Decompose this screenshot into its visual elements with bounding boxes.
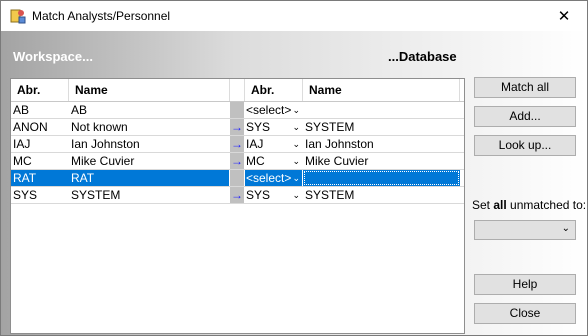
chevron-down-icon: ⌄: [561, 223, 570, 234]
close-icon: ✕: [557, 8, 571, 25]
column-header-db-abr[interactable]: Abr.: [245, 79, 303, 101]
db-abr-value: IAJ: [246, 137, 264, 151]
cell-name: AB: [71, 103, 88, 117]
window-title: Match Analysts/Personnel: [32, 9, 171, 23]
db-abr-value: <select>: [246, 171, 292, 185]
cell-abr: ANON: [13, 120, 48, 134]
right-arrow-icon: [230, 170, 244, 186]
db-abr-value: <select>: [246, 103, 292, 117]
table-row[interactable]: MC Mike Cuvier → MC ⌄ Mike Cuvier: [11, 153, 464, 169]
app-icon: [10, 8, 26, 24]
table-row[interactable]: SYS SYSTEM → SYS ⌄ SYSTEM: [11, 187, 464, 203]
db-abr-dropdown[interactable]: MC ⌄: [245, 153, 302, 169]
right-arrow-icon: [230, 102, 244, 118]
database-header: ...Database: [388, 49, 457, 64]
close-button[interactable]: Close: [474, 303, 576, 324]
db-abr-dropdown[interactable]: <select> ⌄: [245, 170, 302, 186]
column-header-db-name[interactable]: Name: [303, 79, 460, 101]
db-abr-value: MC: [246, 154, 265, 168]
cell-name: Mike Cuvier: [71, 154, 135, 168]
cell-db-name: SYSTEM: [305, 188, 355, 202]
match-analysts-dialog: Match Analysts/Personnel ✕ Workspace... …: [0, 0, 588, 336]
set-unmatched-label: Set all unmatched to:: [472, 198, 586, 212]
right-arrow-icon: →: [230, 187, 244, 203]
chevron-down-icon: ⌄: [292, 173, 300, 183]
cell-db-name: SYSTEM: [305, 120, 355, 134]
table-row-selected[interactable]: RAT RAT <select> ⌄: [11, 170, 464, 186]
chevron-down-icon: ⌄: [292, 139, 300, 149]
column-header-name[interactable]: Name: [69, 79, 230, 101]
match-all-button[interactable]: Match all: [474, 77, 576, 98]
cell-abr: IAJ: [13, 137, 31, 151]
row-divider: [11, 203, 464, 204]
set-unmatched-bold: all: [493, 198, 507, 212]
close-window-button[interactable]: ✕: [541, 1, 587, 31]
chevron-down-icon: ⌄: [292, 122, 300, 132]
cell-abr: AB: [13, 103, 30, 117]
cell-name: RAT: [69, 170, 229, 186]
table-row[interactable]: IAJ Ian Johnston → IAJ ⌄ Ian Johnston: [11, 136, 464, 152]
grid-header: Abr. Name Abr. Name: [11, 79, 464, 102]
column-header-abr[interactable]: Abr.: [11, 79, 69, 101]
db-abr-dropdown[interactable]: <select> ⌄: [245, 102, 302, 118]
cell-abr: MC: [13, 154, 32, 168]
right-arrow-icon: →: [230, 153, 244, 169]
cell-db-name: [303, 102, 460, 118]
set-unmatched-prefix: Set: [472, 198, 494, 212]
cell-db-name: Mike Cuvier: [305, 154, 369, 168]
column-header-arrow: [230, 79, 245, 101]
chevron-down-icon: ⌄: [292, 105, 300, 115]
look-up-button[interactable]: Look up...: [474, 135, 576, 156]
db-abr-value: SYS: [246, 120, 271, 134]
table-row[interactable]: AB AB <select> ⌄: [11, 102, 464, 118]
chevron-down-icon: ⌄: [292, 156, 300, 166]
right-arrow-icon: →: [230, 136, 244, 152]
chevron-down-icon: ⌄: [292, 190, 300, 200]
help-button[interactable]: Help: [474, 274, 576, 295]
dialog-body: Workspace... ...Database Abr. Name Abr. …: [1, 31, 587, 335]
title-bar[interactable]: Match Analysts/Personnel ✕: [1, 1, 587, 31]
db-abr-value: SYS: [246, 188, 271, 202]
set-unmatched-dropdown[interactable]: ⌄: [474, 220, 576, 240]
match-grid[interactable]: Abr. Name Abr. Name AB AB <select> ⌄ ANON…: [10, 78, 465, 334]
right-arrow-icon: →: [230, 119, 244, 135]
cell-abr: SYS: [13, 188, 38, 202]
workspace-header: Workspace...: [13, 49, 93, 64]
cell-db-name: Ian Johnston: [305, 137, 374, 151]
cell-name: Not known: [71, 120, 128, 134]
db-abr-dropdown[interactable]: SYS ⌄: [245, 119, 302, 135]
table-row[interactable]: ANON Not known → SYS ⌄ SYSTEM: [11, 119, 464, 135]
cell-abr: RAT: [11, 170, 69, 186]
set-unmatched-suffix: unmatched to:: [506, 198, 587, 212]
cell-db-name: [303, 170, 460, 186]
cell-name: SYSTEM: [71, 188, 121, 202]
add-button[interactable]: Add...: [474, 106, 576, 127]
db-abr-dropdown[interactable]: SYS ⌄: [245, 187, 302, 203]
cell-name: Ian Johnston: [71, 137, 140, 151]
db-abr-dropdown[interactable]: IAJ ⌄: [245, 136, 302, 152]
